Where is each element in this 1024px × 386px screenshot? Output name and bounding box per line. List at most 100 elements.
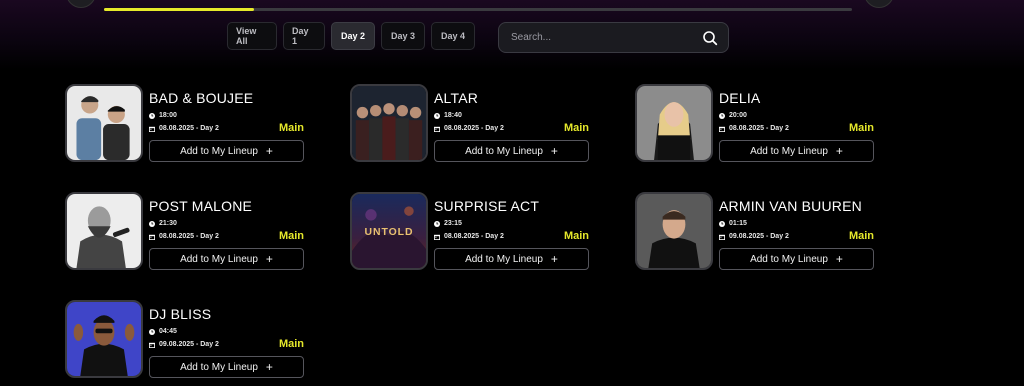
calendar-icon bbox=[149, 342, 155, 348]
stage-label: Main bbox=[278, 338, 304, 350]
clock-icon bbox=[434, 220, 440, 227]
time-text: 20:00 bbox=[729, 112, 747, 119]
poster-text: UNTOLD bbox=[365, 227, 414, 238]
day-tabs: View All Day 1 Day 2 Day 3 Day 4 bbox=[227, 22, 475, 50]
clock-icon bbox=[149, 328, 155, 335]
plus-icon: + bbox=[265, 144, 273, 158]
tab-day-3[interactable]: Day 3 bbox=[381, 22, 425, 50]
calendar-icon bbox=[149, 234, 155, 240]
set-time: 18:40 bbox=[434, 112, 462, 119]
date-text: 08.08.2025 - Day 2 bbox=[729, 125, 789, 132]
clock-icon bbox=[719, 220, 725, 227]
search-box bbox=[498, 22, 729, 53]
add-to-lineup-label: Add to My Lineup bbox=[180, 145, 258, 157]
artist-card: BAD & BOUJEE 18:00 08.08.2025 - Day 2 Ma… bbox=[65, 84, 315, 166]
stage-label: Main bbox=[563, 230, 589, 242]
plus-icon: + bbox=[550, 252, 558, 266]
calendar-icon bbox=[719, 126, 725, 132]
time-text: 21:30 bbox=[159, 220, 177, 227]
artist-photo bbox=[635, 192, 713, 270]
set-time: 23:15 bbox=[434, 220, 462, 227]
artist-name: SURPRISE ACT bbox=[434, 198, 540, 214]
artist-name: ARMIN VAN BUUREN bbox=[719, 198, 862, 214]
artist-card: UNTOLD SURPRISE ACT 23:15 08.08.2025 - D… bbox=[350, 192, 600, 274]
plus-icon: + bbox=[835, 144, 843, 158]
add-to-lineup-button[interactable]: Add to My Lineup + bbox=[149, 140, 304, 162]
artist-name: DJ BLISS bbox=[149, 306, 212, 322]
time-text: 23:15 bbox=[444, 220, 462, 227]
stage-label: Main bbox=[563, 122, 589, 134]
stage-label: Main bbox=[848, 122, 874, 134]
add-to-lineup-button[interactable]: Add to My Lineup + bbox=[434, 140, 589, 162]
set-date: 09.08.2025 - Day 2 bbox=[149, 341, 219, 348]
tab-view-all[interactable]: View All bbox=[227, 22, 277, 50]
artist-photo bbox=[65, 192, 143, 270]
artist-name: BAD & BOUJEE bbox=[149, 90, 254, 106]
set-date: 08.08.2025 - Day 2 bbox=[149, 233, 219, 240]
carousel-next-button[interactable] bbox=[864, 0, 894, 8]
plus-icon: + bbox=[265, 360, 273, 374]
tab-day-2[interactable]: Day 2 bbox=[331, 22, 375, 50]
progress-bar bbox=[104, 8, 852, 11]
artist-photo bbox=[635, 84, 713, 162]
add-to-lineup-label: Add to My Lineup bbox=[465, 145, 543, 157]
add-to-lineup-button[interactable]: Add to My Lineup + bbox=[719, 140, 874, 162]
time-text: 01:15 bbox=[729, 220, 747, 227]
date-text: 09.08.2025 - Day 2 bbox=[159, 341, 219, 348]
time-text: 18:00 bbox=[159, 112, 177, 119]
set-time: 21:30 bbox=[149, 220, 177, 227]
add-to-lineup-button[interactable]: Add to My Lineup + bbox=[719, 248, 874, 270]
date-text: 09.08.2025 - Day 2 bbox=[729, 233, 789, 240]
plus-icon: + bbox=[835, 252, 843, 266]
add-to-lineup-button[interactable]: Add to My Lineup + bbox=[149, 356, 304, 378]
set-time: 04:45 bbox=[149, 328, 177, 335]
set-date: 08.08.2025 - Day 2 bbox=[719, 125, 789, 132]
date-text: 08.08.2025 - Day 2 bbox=[159, 233, 219, 240]
progress-fill bbox=[104, 8, 254, 11]
add-to-lineup-button[interactable]: Add to My Lineup + bbox=[149, 248, 304, 270]
artist-photo bbox=[65, 300, 143, 378]
search-input[interactable] bbox=[509, 31, 702, 44]
stage-label: Main bbox=[278, 122, 304, 134]
time-text: 18:40 bbox=[444, 112, 462, 119]
date-text: 08.08.2025 - Day 2 bbox=[159, 125, 219, 132]
add-to-lineup-label: Add to My Lineup bbox=[750, 253, 828, 265]
add-to-lineup-label: Add to My Lineup bbox=[465, 253, 543, 265]
stage-label: Main bbox=[848, 230, 874, 242]
artist-card: ARMIN VAN BUUREN 01:15 09.08.2025 - Day … bbox=[635, 192, 885, 274]
artist-photo bbox=[350, 84, 428, 162]
tab-day-4[interactable]: Day 4 bbox=[431, 22, 475, 50]
date-text: 08.08.2025 - Day 2 bbox=[444, 233, 504, 240]
date-text: 08.08.2025 - Day 2 bbox=[444, 125, 504, 132]
artist-name: DELIA bbox=[719, 90, 761, 106]
set-date: 08.08.2025 - Day 2 bbox=[149, 125, 219, 132]
artist-card: DELIA 20:00 08.08.2025 - Day 2 Main Add … bbox=[635, 84, 885, 166]
set-date: 09.08.2025 - Day 2 bbox=[719, 233, 789, 240]
tab-day-1[interactable]: Day 1 bbox=[283, 22, 325, 50]
calendar-icon bbox=[149, 126, 155, 132]
set-time: 20:00 bbox=[719, 112, 747, 119]
add-to-lineup-label: Add to My Lineup bbox=[180, 253, 258, 265]
stage-label: Main bbox=[278, 230, 304, 242]
clock-icon bbox=[149, 112, 155, 119]
set-time: 01:15 bbox=[719, 220, 747, 227]
set-time: 18:00 bbox=[149, 112, 177, 119]
artist-card: ALTAR 18:40 08.08.2025 - Day 2 Main Add … bbox=[350, 84, 600, 166]
plus-icon: + bbox=[550, 144, 558, 158]
search-icon[interactable] bbox=[702, 30, 718, 46]
artist-photo bbox=[65, 84, 143, 162]
artist-name: ALTAR bbox=[434, 90, 479, 106]
schedule-page: View All Day 1 Day 2 Day 3 Day 4 BAD & B… bbox=[0, 0, 1024, 386]
clock-icon bbox=[719, 112, 725, 119]
add-to-lineup-label: Add to My Lineup bbox=[750, 145, 828, 157]
artist-card: DJ BLISS 04:45 09.08.2025 - Day 2 Main A… bbox=[65, 300, 315, 382]
artist-photo: UNTOLD bbox=[350, 192, 428, 270]
add-to-lineup-button[interactable]: Add to My Lineup + bbox=[434, 248, 589, 270]
plus-icon: + bbox=[265, 252, 273, 266]
carousel-prev-button[interactable] bbox=[66, 0, 96, 8]
set-date: 08.08.2025 - Day 2 bbox=[434, 125, 504, 132]
clock-icon bbox=[149, 220, 155, 227]
calendar-icon bbox=[434, 234, 440, 240]
artist-name: POST MALONE bbox=[149, 198, 253, 214]
artist-card: POST MALONE 21:30 08.08.2025 - Day 2 Mai… bbox=[65, 192, 315, 274]
